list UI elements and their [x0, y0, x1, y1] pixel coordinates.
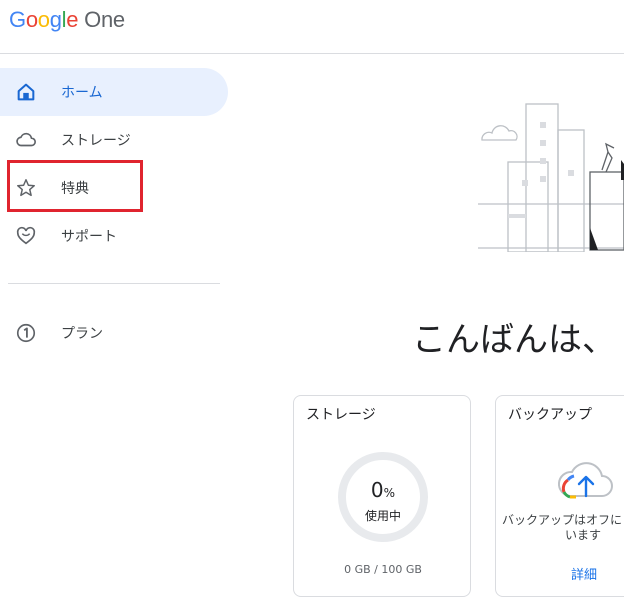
greeting-heading: こんばんは、 — [412, 320, 616, 360]
logo-letter: o — [37, 7, 50, 32]
app-header: Google One — [0, 0, 624, 54]
logo-letter: e — [66, 7, 79, 32]
storage-percent-value: 0 — [370, 478, 384, 502]
sidebar-item-label: ホーム — [61, 85, 103, 101]
storage-quota: 0 GB / 100 GB — [344, 563, 422, 576]
google-one-logo[interactable]: Google One — [9, 7, 125, 33]
google-one-plan-icon — [16, 323, 36, 343]
logo-letter: G — [9, 7, 26, 32]
sidebar-item-support[interactable]: サポート — [0, 212, 228, 260]
backup-status-line2: います — [565, 528, 602, 542]
sidebar-item-storage[interactable]: ストレージ — [0, 116, 228, 164]
sidebar-item-plan[interactable]: プラン — [0, 309, 228, 357]
storage-percent: 0% — [294, 478, 470, 502]
logo-letter: o — [25, 7, 38, 32]
heart-support-icon — [16, 226, 36, 245]
logo-letter: g — [49, 7, 62, 32]
backup-status-line1: バックアップはオフに — [502, 513, 623, 527]
backup-cloud-icon — [558, 462, 613, 499]
storage-card[interactable]: ストレージ 0% 使用中 0 GB / 100 GB — [293, 395, 471, 597]
sidebar-item-label: サポート — [61, 229, 117, 245]
sidebar-item-home[interactable]: ホーム — [0, 68, 228, 116]
backup-details-link[interactable]: 詳細 — [571, 564, 597, 583]
storage-percent-unit: % — [383, 486, 396, 500]
cloud-icon — [16, 132, 36, 147]
backup-card[interactable]: バックアップ バックアップはオフに います 詳細 — [495, 395, 624, 597]
backup-card-title: バックアップ — [508, 407, 592, 423]
sidebar-item-label: ストレージ — [61, 133, 131, 149]
logo-suffix: One — [84, 7, 125, 32]
backup-status-text: バックアップはオフに います — [502, 513, 624, 543]
sidebar-divider — [8, 283, 220, 284]
sidebar-item-label: プラン — [61, 326, 103, 342]
highlight-box — [7, 160, 143, 212]
storage-used-label: 使用中 — [364, 509, 401, 523]
home-icon — [17, 83, 35, 101]
storage-card-title: ストレージ — [306, 407, 376, 423]
city-illustration — [478, 103, 624, 252]
